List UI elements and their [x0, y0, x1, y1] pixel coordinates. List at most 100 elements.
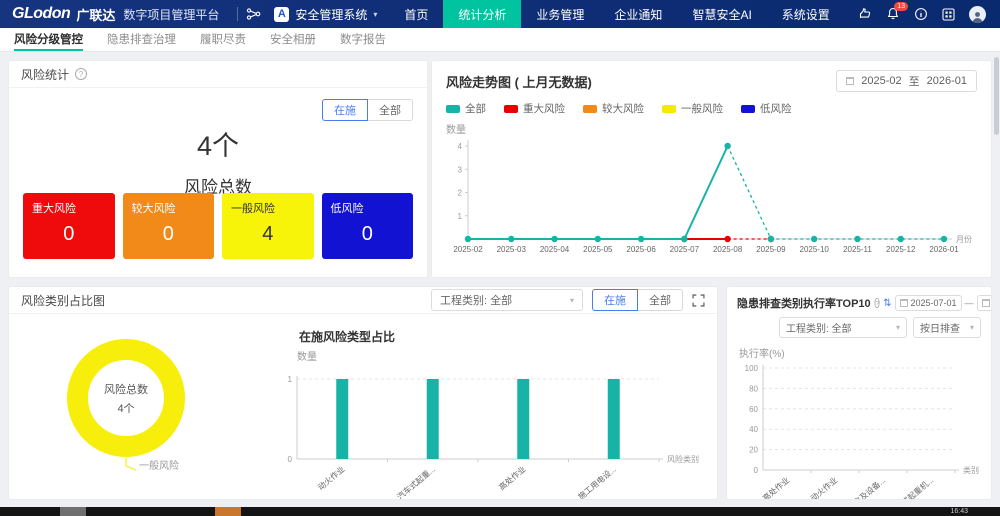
- app-selector[interactable]: A 安全管理系统 ▾: [262, 0, 389, 28]
- taskbar-clock: 16:43: [950, 507, 968, 516]
- risk-box-label: 低风险: [331, 200, 405, 216]
- risk-box-value: 0: [32, 223, 106, 246]
- bar-y-label: 数量: [297, 348, 717, 363]
- subnav-tab-3[interactable]: 履职尽责: [200, 28, 246, 51]
- legend-item-4[interactable]: 一般风险: [662, 101, 723, 116]
- legend-label: 较大风险: [602, 101, 644, 116]
- risk-total-value: 4个: [9, 124, 427, 163]
- menu-item-6[interactable]: 系统设置: [767, 0, 845, 28]
- subnav-tab-1[interactable]: 风险分级管控: [14, 28, 83, 51]
- legend-label: 全部: [465, 101, 486, 116]
- risk-box-value: 0: [132, 223, 206, 246]
- trend-date-range[interactable]: 2025-02 至 2026-01: [836, 70, 977, 92]
- info-icon[interactable]: [913, 7, 928, 22]
- risk-box-4[interactable]: 低风险0: [322, 193, 414, 259]
- svg-text:100: 100: [745, 364, 759, 373]
- chevron-down-icon: ▾: [970, 323, 974, 332]
- toggle-option-2[interactable]: 全部: [637, 289, 683, 311]
- svg-text:风险类别: 风险类别: [667, 454, 699, 464]
- trend-date-sep: 至: [909, 73, 920, 89]
- svg-text:40: 40: [749, 425, 758, 434]
- help-icon[interactable]: ?: [75, 68, 87, 80]
- calendar-icon: [900, 299, 908, 307]
- svg-text:2025-04: 2025-04: [540, 245, 570, 254]
- svg-text:类别: 类别: [963, 465, 979, 475]
- legend-chip: [741, 105, 755, 113]
- risk-stats-title: 风险统计: [21, 66, 69, 83]
- like-icon[interactable]: [857, 7, 872, 22]
- apps-grid-icon[interactable]: [941, 7, 956, 22]
- subnav-tab-5[interactable]: 数字报告: [340, 28, 386, 51]
- project-type-select[interactable]: 工程类别: 全部 ▾: [431, 289, 583, 311]
- risk-box-value: 4: [231, 223, 305, 246]
- help-icon[interactable]: ?: [874, 298, 879, 308]
- sort-icon[interactable]: ⇅: [883, 298, 891, 309]
- fullscreen-icon[interactable]: [692, 294, 705, 307]
- svg-text:月份: 月份: [956, 234, 972, 244]
- trend-date-start: 2025-02: [861, 75, 901, 87]
- toggle-option-1[interactable]: 在施: [592, 289, 638, 311]
- glodon-cn-logo: 广联达: [76, 5, 115, 24]
- top10-project-type-value: 工程类别: 全部: [786, 320, 852, 335]
- navbar-menu: 首页统计分析业务管理企业通知智慧安全AI系统设置: [389, 0, 844, 28]
- top10-date-start[interactable]: 2025-07-01: [895, 295, 962, 311]
- trend-legend: 全部 重大风险 较大风险 一般风险 低风险: [446, 101, 977, 116]
- menu-item-4[interactable]: 企业通知: [599, 0, 677, 28]
- legend-item-1[interactable]: 全部: [446, 101, 486, 116]
- risk-trend-panel: 风险走势图 ( 上月无数据) 2025-02 至 2026-01 全部 重大风险 较…: [431, 60, 992, 278]
- subnav-tab-2[interactable]: 隐患排查治理: [107, 28, 176, 51]
- menu-item-2[interactable]: 统计分析: [443, 0, 521, 28]
- subnav-tab-4[interactable]: 安全相册: [270, 28, 316, 51]
- risk-category-panel: 风险类别占比图 工程类别: 全部 ▾ 在施全部 风险总数: [8, 286, 718, 500]
- taskbar-app[interactable]: [60, 507, 86, 516]
- svg-text:2025-02: 2025-02: [453, 245, 483, 254]
- legend-chip: [583, 105, 597, 113]
- svg-text:汽车式起重...: 汽车式起重...: [395, 464, 437, 500]
- logo: GLodon 广联达 数字项目管理平台: [0, 5, 229, 24]
- risk-stats-toggle: 在施全部: [322, 99, 413, 121]
- svg-text:60: 60: [749, 405, 758, 414]
- user-avatar[interactable]: [969, 6, 986, 23]
- risk-stats-panel: 风险统计 ? 在施全部 4个 风险总数 重大风险0较大风险0一般风险4低风险0: [8, 60, 428, 278]
- calendar-icon: [982, 299, 990, 307]
- toggle-option-2[interactable]: 全部: [367, 99, 413, 121]
- legend-item-5[interactable]: 低风险: [741, 101, 792, 116]
- menu-item-5[interactable]: 智慧安全AI: [677, 0, 766, 28]
- trend-date-end: 2026-01: [927, 75, 967, 87]
- taskbar-app[interactable]: [215, 507, 241, 516]
- menu-item-3[interactable]: 业务管理: [521, 0, 599, 28]
- label-leader-line: [121, 457, 137, 472]
- svg-text:2025-12: 2025-12: [886, 245, 916, 254]
- svg-text:施工用电及设备...: 施工用电及设备...: [833, 475, 887, 500]
- svg-text:3: 3: [458, 165, 463, 174]
- svg-text:2026-01: 2026-01: [929, 245, 959, 254]
- notification-badge: 13: [894, 2, 908, 11]
- legend-item-3[interactable]: 较大风险: [583, 101, 644, 116]
- org-tree-icon[interactable]: [246, 7, 262, 21]
- menu-item-1[interactable]: 首页: [389, 0, 443, 28]
- svg-text:汽车式起重机...: 汽车式起重机...: [887, 475, 935, 500]
- svg-text:80: 80: [749, 384, 758, 393]
- scrollbar-thumb[interactable]: [994, 57, 999, 135]
- category-toggle: 在施全部: [592, 289, 683, 311]
- top10-project-type-select[interactable]: 工程类别: 全部 ▾: [779, 317, 907, 338]
- risk-box-3[interactable]: 一般风险4: [222, 193, 314, 259]
- top10-date-end[interactable]: 2025-08-01: [977, 295, 992, 311]
- top10-sort-select[interactable]: 按日排查 ▾: [913, 317, 981, 338]
- trend-title: 风险走势图 ( 上月无数据): [446, 72, 592, 91]
- toggle-option-1[interactable]: 在施: [322, 99, 368, 121]
- os-taskbar: 16:43: [0, 507, 1000, 516]
- svg-text:2025-11: 2025-11: [843, 245, 872, 254]
- project-type-value: 工程类别: 全部: [440, 292, 512, 308]
- top10-sort-value: 按日排查: [920, 320, 960, 335]
- svg-text:2025-06: 2025-06: [626, 245, 656, 254]
- bell-icon[interactable]: 13: [885, 7, 900, 22]
- risk-box-1[interactable]: 重大风险0: [23, 193, 115, 259]
- risk-box-2[interactable]: 较大风险0: [123, 193, 215, 259]
- legend-item-2[interactable]: 重大风险: [504, 101, 565, 116]
- svg-text:动火作业: 动火作业: [808, 475, 839, 500]
- date-separator: —: [965, 298, 974, 308]
- sub-navigation: 风险分级管控 隐患排查治理 履职尽责 安全相册 数字报告: [0, 28, 1000, 52]
- trend-y-label: 数量: [446, 121, 977, 136]
- svg-text:0: 0: [754, 466, 759, 475]
